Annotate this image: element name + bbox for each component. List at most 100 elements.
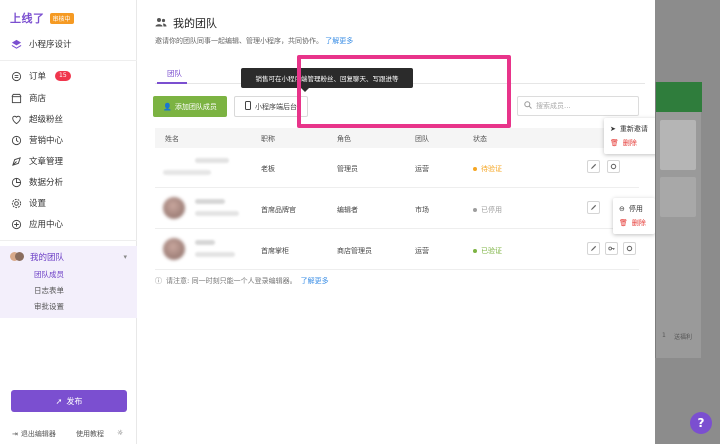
notice-learn-more-link[interactable]: 了解更多 <box>301 276 329 286</box>
sidebar-item-label: 数据分析 <box>29 178 64 188</box>
sidebar-item-label: 营销中心 <box>29 136 64 146</box>
column-team: 团队 <box>415 135 429 143</box>
status-dot <box>473 249 477 253</box>
tab-team[interactable]: 团队 <box>167 68 182 79</box>
add-member-button[interactable]: 👤 添加团队成员 <box>153 96 227 117</box>
sidebar-item-label: 设置 <box>29 199 47 209</box>
delete-item[interactable]: 🗑 删除 <box>613 216 655 230</box>
sidebar-item-orders[interactable]: 订单 15 <box>10 70 127 82</box>
resend-invite-item[interactable]: ➤ 重新邀请 <box>604 122 660 136</box>
gear-icon <box>626 245 633 252</box>
sidebar-subitem-approval[interactable]: 审批设置 <box>34 301 64 312</box>
column-title: 职称 <box>261 135 275 143</box>
settings-button[interactable] <box>607 160 620 173</box>
delete-label: 删除 <box>622 139 637 147</box>
layers-icon <box>10 38 22 50</box>
sidebar-subitem-log-forms[interactable]: 日志表单 <box>34 285 64 296</box>
redacted-email <box>195 211 239 216</box>
learn-more-link[interactable]: 了解更多 <box>325 37 353 45</box>
search-icon <box>524 101 532 111</box>
team-icon <box>155 17 167 30</box>
preview-label: 1 <box>662 332 666 339</box>
sidebar-subitem-members[interactable]: 团队成员 <box>34 269 64 280</box>
exit-editor-link[interactable]: ⇥ 退出编辑器 <box>12 429 56 439</box>
sidebar-item-label: 应用中心 <box>29 220 64 230</box>
send-icon: ➤ <box>610 125 616 133</box>
sidebar-item-settings[interactable]: 设置 <box>10 197 127 209</box>
publish-label: 发布 <box>66 396 83 406</box>
watermark: 知乎 @上线了 <box>560 406 656 422</box>
sidebar-item-store[interactable]: 商店 <box>10 92 127 104</box>
sidebar-item-analytics[interactable]: 数据分析 <box>10 176 127 188</box>
tutorial-link[interactable]: 使用教程 <box>76 429 104 439</box>
edit-button[interactable] <box>587 242 600 255</box>
row-action-popover: ⊖ 停用 🗑 删除 <box>613 198 655 234</box>
status-badge: 已验证 <box>473 246 502 256</box>
phone-icon <box>245 101 251 112</box>
pencil-icon <box>590 163 597 170</box>
edit-button[interactable] <box>587 201 600 214</box>
sidebar-item-design[interactable]: 小程序设计 <box>10 38 127 50</box>
trash-icon: 🗑 <box>610 139 619 147</box>
publish-button[interactable]: ➚ 发布 <box>11 390 127 412</box>
description-text: 邀请你的团队同事一起编辑、管理小程序，共同协作。 <box>155 37 323 45</box>
preview-label: 送福利 <box>674 334 693 341</box>
table-row[interactable]: 老板 管理员 运营 待验证 <box>155 148 639 188</box>
row-action-popover: ➤ 重新邀请 🗑 删除 <box>604 118 660 154</box>
status-text: 已停用 <box>481 206 502 214</box>
sidebar-item-marketing[interactable]: 营销中心 <box>10 134 127 146</box>
disable-label: 停用 <box>628 205 643 213</box>
delete-label: 删除 <box>631 219 646 227</box>
sidebar-item-apps[interactable]: 应用中心 <box>10 218 127 230</box>
store-icon <box>10 92 22 104</box>
disable-item[interactable]: ⊖ 停用 <box>613 202 655 216</box>
page-title: 我的团队 <box>155 15 217 31</box>
member-role: 编辑者 <box>337 206 358 214</box>
gear-icon <box>10 197 22 209</box>
preview-card <box>660 177 696 217</box>
member-team: 市场 <box>415 206 429 214</box>
resend-label: 重新邀请 <box>619 125 648 133</box>
status-text: 已验证 <box>481 247 502 255</box>
search-input[interactable] <box>536 102 626 110</box>
apps-icon <box>10 218 22 230</box>
status-badge: 待验证 <box>473 164 502 174</box>
active-tab-indicator <box>157 82 187 84</box>
status-dot <box>473 167 477 171</box>
key-button[interactable] <box>605 242 618 255</box>
redacted-name <box>195 199 225 204</box>
settings-button[interactable] <box>623 242 636 255</box>
chevron-down-icon: ▾ <box>123 253 127 261</box>
member-avatar <box>163 238 185 260</box>
phone-header <box>656 82 702 112</box>
table-row[interactable]: 首席掌柜 商店管理员 运营 已验证 <box>155 230 639 270</box>
sidebar-item-articles[interactable]: 文章管理 <box>10 155 127 167</box>
preview-card <box>660 120 696 170</box>
divider <box>0 240 137 241</box>
member-role: 管理员 <box>337 165 358 173</box>
sidebar-item-label: 订单 <box>29 72 47 82</box>
gear-icon <box>610 163 617 170</box>
sidebar-item-fans[interactable]: 超级粉丝 <box>10 113 127 125</box>
page-title-text: 我的团队 <box>173 17 217 30</box>
key-icon <box>608 246 615 251</box>
redacted-name <box>195 240 215 245</box>
sidebar: 上线了 审核中 小程序设计 订单 15 商店 超级粉丝 营销中心 文章管理 数据… <box>0 0 137 444</box>
divider <box>0 60 137 61</box>
sidebar-item-label: 商店 <box>29 94 47 104</box>
brightness-icon[interactable]: ☼ <box>117 429 123 437</box>
page-description: 邀请你的团队同事一起编辑、管理小程序，共同协作。 了解更多 <box>155 36 353 46</box>
order-icon <box>10 70 22 82</box>
trash-icon: 🗑 <box>619 219 628 227</box>
edit-button[interactable] <box>587 160 600 173</box>
help-button[interactable]: ? <box>690 412 712 434</box>
redacted-name <box>195 158 229 163</box>
info-icon: ⓘ <box>155 277 162 285</box>
sidebar-item-label: 超级粉丝 <box>29 115 64 125</box>
logo[interactable]: 上线了 <box>10 10 45 26</box>
redacted-email <box>195 252 235 257</box>
sidebar-item-team[interactable]: 我的团队 ▾ <box>10 251 127 263</box>
table-row[interactable]: 首席品牌官 编辑者 市场 已停用 <box>155 189 639 229</box>
status-badge: 已停用 <box>473 205 502 215</box>
delete-item[interactable]: 🗑 删除 <box>604 136 660 150</box>
